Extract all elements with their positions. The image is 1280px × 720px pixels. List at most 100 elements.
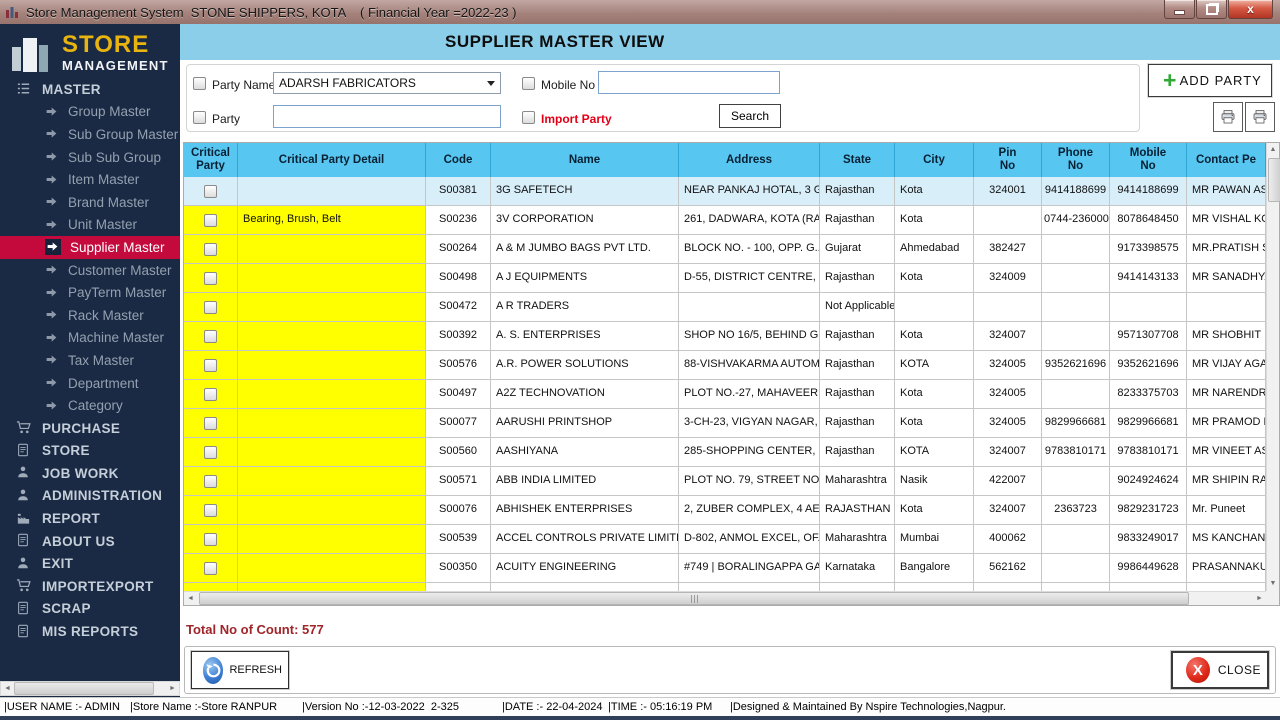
sidebar-item-scrap[interactable]: SCRAP <box>0 598 180 621</box>
scroll-down-icon[interactable]: ▼ <box>1267 577 1279 591</box>
column-header-city[interactable]: City <box>895 143 974 177</box>
table-row[interactable]: S00497A2Z TECHNOVATIONPLOT NO.-27, MAHAV… <box>184 380 1266 409</box>
print-button-2[interactable] <box>1245 102 1275 132</box>
sidebar-horizontal-scrollbar[interactable]: ◄ ► <box>0 681 180 696</box>
add-party-button[interactable]: + ADD PARTY <box>1148 64 1272 97</box>
table-row[interactable]: S00539ACCEL CONTROLS PRIVATE LIMITEDD-80… <box>184 525 1266 554</box>
table-row[interactable]: S00077AARUSHI PRINTSHOP3-CH-23, VIGYAN N… <box>184 409 1266 438</box>
party-input[interactable] <box>273 105 501 128</box>
scroll-right-icon[interactable]: ► <box>1253 592 1266 605</box>
cell-state: Rajasthan <box>820 438 895 467</box>
close-icon[interactable]: x <box>1228 0 1273 19</box>
refresh-button[interactable]: REFRESH <box>191 651 289 689</box>
sidebar-item-category[interactable]: Category <box>0 394 180 417</box>
column-header-critical[interactable]: Critical Party <box>184 143 238 177</box>
critical-party-checkbox[interactable] <box>204 417 217 430</box>
maximize-icon[interactable] <box>1196 0 1227 19</box>
sidebar-item-machine-master[interactable]: Machine Master <box>0 327 180 350</box>
cell-address: PLOT NO.-27, MAHAVEER ... <box>679 380 820 409</box>
party-checkbox[interactable] <box>193 111 206 124</box>
scroll-left-icon[interactable]: ◄ <box>1 682 14 695</box>
table-row[interactable]: S00264A & M JUMBO BAGS PVT LTD.BLOCK NO.… <box>184 235 1266 264</box>
sidebar-item-about-us[interactable]: ABOUT US <box>0 530 180 553</box>
column-header-name[interactable]: Name <box>491 143 679 177</box>
column-header-state[interactable]: State <box>820 143 895 177</box>
table-row[interactable]: Bearing, Brush, BeltS002363V CORPORATION… <box>184 206 1266 235</box>
sidebar-item-tax-master[interactable]: Tax Master <box>0 349 180 372</box>
sidebar-item-brand-master[interactable]: Brand Master <box>0 191 180 214</box>
table-row[interactable]: S003813G SAFETECHNEAR PANKAJ HOTAL, 3 G.… <box>184 177 1266 206</box>
sidebar-item-exit[interactable]: EXIT <box>0 552 180 575</box>
critical-party-checkbox[interactable] <box>204 243 217 256</box>
table-row[interactable]: S00571ABB INDIA LIMITEDPLOT NO. 79, STRE… <box>184 467 1266 496</box>
sidebar-item-purchase[interactable]: PURCHASE <box>0 417 180 440</box>
table-row[interactable]: S00560AASHIYANA285-SHOPPING CENTER, K...… <box>184 438 1266 467</box>
critical-party-checkbox[interactable] <box>204 533 217 546</box>
critical-party-checkbox[interactable] <box>204 504 217 517</box>
sidebar-item-sub-sub-group[interactable]: Sub Sub Group <box>0 146 180 169</box>
column-header-mobile[interactable]: Mobile No <box>1110 143 1187 177</box>
sidebar-item-rack-master[interactable]: Rack Master <box>0 304 180 327</box>
sidebar-item-administration[interactable]: ADMINISTRATION <box>0 485 180 508</box>
table-row[interactable]: S00472A R TRADERSNot Applicable <box>184 293 1266 322</box>
minimize-icon[interactable] <box>1164 0 1195 19</box>
sidebar-item-sub-group-master[interactable]: Sub Group Master <box>0 123 180 146</box>
sidebar-item-master[interactable]: MASTER <box>0 78 180 101</box>
search-button[interactable]: Search <box>719 104 781 128</box>
scroll-up-icon[interactable]: ▲ <box>1267 143 1279 157</box>
sidebar-item-unit-master[interactable]: Unit Master <box>0 214 180 237</box>
table-vertical-scrollbar[interactable]: ▲ ▼ <box>1266 143 1279 591</box>
party-name-checkbox[interactable] <box>193 77 206 90</box>
scrollbar-thumb[interactable] <box>1268 158 1280 202</box>
column-header-pin[interactable]: Pin No <box>974 143 1042 177</box>
import-party-checkbox[interactable] <box>522 111 535 124</box>
cell-mobile <box>1110 293 1187 322</box>
scroll-left-icon[interactable]: ◄ <box>184 592 197 605</box>
party-name-select[interactable]: ADARSH FABRICATORS <box>273 72 501 94</box>
close-label: CLOSE <box>1218 663 1261 677</box>
sidebar-item-payterm-master[interactable]: PayTerm Master <box>0 281 180 304</box>
table-row[interactable]: S00392A. S. ENTERPRISESSHOP NO 16/5, BEH… <box>184 322 1266 351</box>
mobile-no-checkbox[interactable] <box>522 77 535 90</box>
print-button-1[interactable] <box>1213 102 1243 132</box>
critical-party-checkbox[interactable] <box>204 359 217 372</box>
critical-party-checkbox[interactable] <box>204 301 217 314</box>
critical-party-checkbox[interactable] <box>204 272 217 285</box>
close-view-button[interactable]: X CLOSE <box>1171 651 1269 689</box>
scrollbar-thumb[interactable] <box>199 592 1189 605</box>
critical-party-checkbox[interactable] <box>204 388 217 401</box>
sidebar-item-item-master[interactable]: Item Master <box>0 168 180 191</box>
sidebar-item-mis-reports[interactable]: MIS REPORTS <box>0 620 180 643</box>
critical-party-checkbox[interactable] <box>204 562 217 575</box>
chevron-down-icon <box>487 81 495 86</box>
critical-party-checkbox[interactable] <box>204 185 217 198</box>
sidebar-item-importexport[interactable]: IMPORTEXPORT <box>0 575 180 598</box>
critical-party-checkbox[interactable] <box>204 330 217 343</box>
table-row[interactable]: S00350ACUITY ENGINEERING#749 | BORALINGA… <box>184 554 1266 583</box>
sidebar-item-job-work[interactable]: JOB WORK <box>0 462 180 485</box>
column-header-address[interactable]: Address <box>679 143 820 177</box>
critical-party-checkbox[interactable] <box>204 475 217 488</box>
column-header-contact[interactable]: Contact Pe <box>1187 143 1266 177</box>
table-row[interactable]: S00576A.R. POWER SOLUTIONS88-VISHVAKARMA… <box>184 351 1266 380</box>
sidebar-item-department[interactable]: Department <box>0 372 180 395</box>
sidebar-item-store[interactable]: STORE <box>0 440 180 463</box>
sidebar-item-customer-master[interactable]: Customer Master <box>0 259 180 282</box>
scrollbar-thumb[interactable] <box>14 682 154 695</box>
sidebar-item-group-master[interactable]: Group Master <box>0 101 180 124</box>
sidebar-item-label: MASTER <box>42 82 101 97</box>
table-row[interactable] <box>184 583 1266 591</box>
sidebar-item-supplier-master[interactable]: Supplier Master <box>0 236 180 259</box>
sidebar-item-report[interactable]: REPORT <box>0 507 180 530</box>
table-row[interactable]: S00498A J EQUIPMENTSD-55, DISTRICT CENTR… <box>184 264 1266 293</box>
critical-party-checkbox[interactable] <box>204 446 217 459</box>
scroll-right-icon[interactable]: ► <box>166 682 179 695</box>
table-horizontal-scrollbar[interactable]: ◄ ► <box>184 591 1266 605</box>
column-header-code[interactable]: Code <box>426 143 491 177</box>
mobile-no-input[interactable] <box>598 71 780 94</box>
table-row[interactable]: S00076ABHISHEK ENTERPRISES2, ZUBER COMPL… <box>184 496 1266 525</box>
critical-party-checkbox[interactable] <box>204 214 217 227</box>
column-header-detail[interactable]: Critical Party Detail <box>238 143 426 177</box>
cell-mobile: 8233375703 <box>1110 380 1187 409</box>
column-header-phone[interactable]: Phone No <box>1042 143 1110 177</box>
